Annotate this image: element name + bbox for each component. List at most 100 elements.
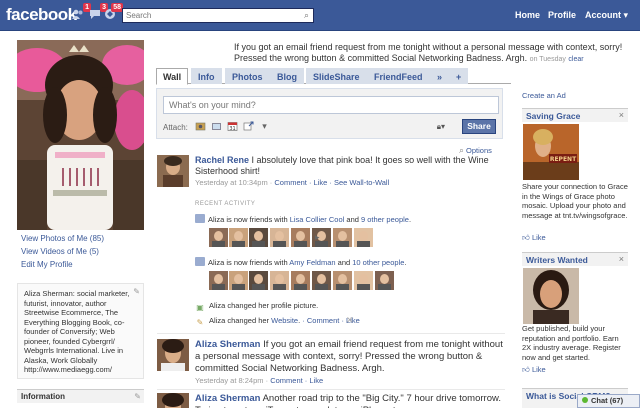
tab-slideshare[interactable]: SlideShare (306, 68, 367, 84)
aliza-sherman-avatar[interactable] (157, 393, 189, 408)
friend-thumbnail[interactable] (333, 271, 352, 290)
post-meta: Yesterday at 10:34pm · Comment · Like · … (195, 178, 390, 187)
current-status: If you got an email friend request from … (234, 42, 634, 65)
create-ad-link[interactable]: Create an Ad (522, 91, 566, 100)
attach-event-icon[interactable]: 31 (227, 121, 238, 132)
activity-text: Aliza is now friends with (208, 258, 290, 267)
svg-text:REPENT: REPENT (550, 156, 577, 163)
post-author-link[interactable]: Rachel Rene (195, 155, 249, 165)
tab-more[interactable]: » (430, 68, 450, 84)
other-people-link[interactable]: 10 other people (352, 258, 404, 267)
friend-thumbnail[interactable] (354, 271, 373, 290)
friend-thumbnail[interactable] (375, 271, 394, 290)
ad-writers-wanted-text[interactable]: Get published, build your reputation and… (522, 324, 628, 362)
friend-thumbnail[interactable] (270, 228, 289, 247)
nav-profile-link[interactable]: Profile (548, 10, 576, 20)
information-label: Information (21, 392, 65, 401)
ad-saving-grace-image[interactable]: REPENT (523, 124, 579, 180)
post-time: Yesterday at 8:24pm (195, 376, 264, 385)
friend-thumbnail[interactable] (312, 271, 331, 290)
friend-thumbnail[interactable] (354, 228, 373, 247)
like-label: Like (531, 233, 546, 242)
remove-x-icon[interactable]: ✕ (346, 315, 354, 326)
profile-picture[interactable] (17, 40, 144, 230)
more-attachments-chevron-icon[interactable]: ▾ (259, 121, 270, 132)
divider (157, 333, 505, 334)
tab-add[interactable]: + (449, 68, 469, 84)
view-photos-link[interactable]: View Photos of Me (85) (21, 234, 104, 243)
messages-icon[interactable]: 3 (88, 3, 108, 22)
attach-photo-icon[interactable] (195, 121, 206, 132)
friend-thumbnail[interactable] (209, 271, 228, 290)
friend-requests-icon[interactable]: 1 (71, 3, 91, 22)
activity-text: and (344, 215, 361, 224)
ad-writers-wanted-image[interactable] (523, 268, 579, 324)
nav-account-menu[interactable]: Account ▾ (585, 10, 628, 21)
chat-bar[interactable]: Chat (67) (577, 394, 640, 408)
other-people-link[interactable]: 9 other people (361, 215, 409, 224)
close-icon[interactable]: × (619, 254, 624, 264)
view-videos-link[interactable]: View Videos of Me (5) (21, 247, 99, 256)
post-author-link[interactable]: Aliza Sherman (195, 339, 260, 350)
ad-saving-grace-text[interactable]: Share your connection to Grace in the Wi… (522, 182, 628, 220)
aliza-sherman-avatar[interactable] (157, 339, 189, 371)
search-input[interactable]: Search ⌕ (122, 8, 314, 23)
search-icon[interactable]: ⌕ (304, 9, 309, 21)
privacy-lock-icon[interactable]: 🔒︎▾ (437, 122, 445, 132)
ad-title-link[interactable]: Saving Grace (526, 111, 580, 121)
nav-home-link[interactable]: Home (515, 10, 540, 20)
friend-thumbnail[interactable] (270, 271, 289, 290)
information-heading: Information ✎ (17, 389, 144, 403)
tab-info[interactable]: Info (191, 68, 222, 84)
bio-text: Aliza Sherman: social marketer, futurist… (24, 289, 130, 374)
status-composer: What's on your mind? Attach: 31 ▾ 🔒︎▾ Sh… (156, 88, 503, 139)
attach-video-icon[interactable] (211, 121, 222, 132)
friends-icon (195, 257, 205, 266)
facebook-logo[interactable]: facebook (6, 5, 77, 25)
status-clear-link[interactable]: clear (568, 56, 583, 63)
edit-pencil-icon[interactable]: ✎ (134, 392, 141, 401)
ad-title-link[interactable]: Writers Wanted (526, 255, 588, 265)
friend-thumbnail[interactable] (229, 228, 248, 247)
tab-friendfeed[interactable]: FriendFeed (367, 68, 430, 84)
post-actions[interactable]: Comment · Like · See Wall-to-Wall (274, 178, 389, 187)
ad-like-button[interactable]: 👍︎ Like (522, 233, 546, 243)
close-icon[interactable]: × (619, 110, 624, 120)
friend-thumbnail[interactable] (229, 271, 248, 290)
friend-thumbnail[interactable] (333, 228, 352, 247)
wall-post-aliza-sherman-2: Aliza Sherman Another road trip to the "… (195, 393, 505, 408)
online-status-icon (582, 397, 588, 403)
share-button[interactable]: Share (462, 119, 496, 134)
bio-box: ✎ Aliza Sherman: social marketer, futuri… (17, 283, 144, 379)
edit-profile-link[interactable]: Edit My Profile (21, 260, 73, 269)
friend-name-link[interactable]: Lisa Collier Cool (290, 215, 345, 224)
friend-name-link[interactable]: Amy Feldman (289, 258, 335, 267)
ad-like-button[interactable]: 👍︎ Like (522, 365, 546, 375)
whats-on-your-mind-input[interactable]: What's on your mind? (163, 96, 499, 114)
post-meta: Yesterday at 8:24pm · Comment · Like (195, 376, 324, 385)
post-author-link[interactable]: Aliza Sherman (195, 393, 260, 404)
friend-thumbnail[interactable] (291, 271, 310, 290)
friend-thumbnail[interactable] (249, 271, 268, 290)
activity-text: . (408, 215, 412, 224)
tab-wall[interactable]: Wall (156, 68, 189, 85)
edit-pencil-icon[interactable]: ✎ (133, 287, 140, 297)
recent-activity-label: RECENT ACTIVITY (195, 201, 256, 207)
friend-thumbnails-1 (209, 228, 399, 247)
notifications-icon[interactable]: 58 (103, 3, 123, 22)
thumbs-up-icon: 👍︎ (522, 365, 530, 374)
rachel-rene-avatar[interactable] (157, 155, 189, 187)
friend-thumbnail[interactable] (291, 228, 310, 247)
activity-text: Aliza changed her (209, 316, 272, 325)
tab-blog[interactable]: Blog (270, 68, 304, 84)
friend-thumbnails-2 (209, 271, 399, 290)
attach-link-icon[interactable] (243, 121, 254, 132)
activity-text: and (335, 258, 353, 267)
tab-photos[interactable]: Photos (225, 68, 270, 84)
like-label: Like (531, 365, 546, 374)
friend-thumbnail[interactable] (249, 228, 268, 247)
chat-label: Chat (67) (591, 396, 624, 405)
friend-thumbnail[interactable] (209, 228, 228, 247)
post-actions[interactable]: Comment · Like (270, 376, 323, 385)
website-link[interactable]: Website (271, 316, 298, 325)
